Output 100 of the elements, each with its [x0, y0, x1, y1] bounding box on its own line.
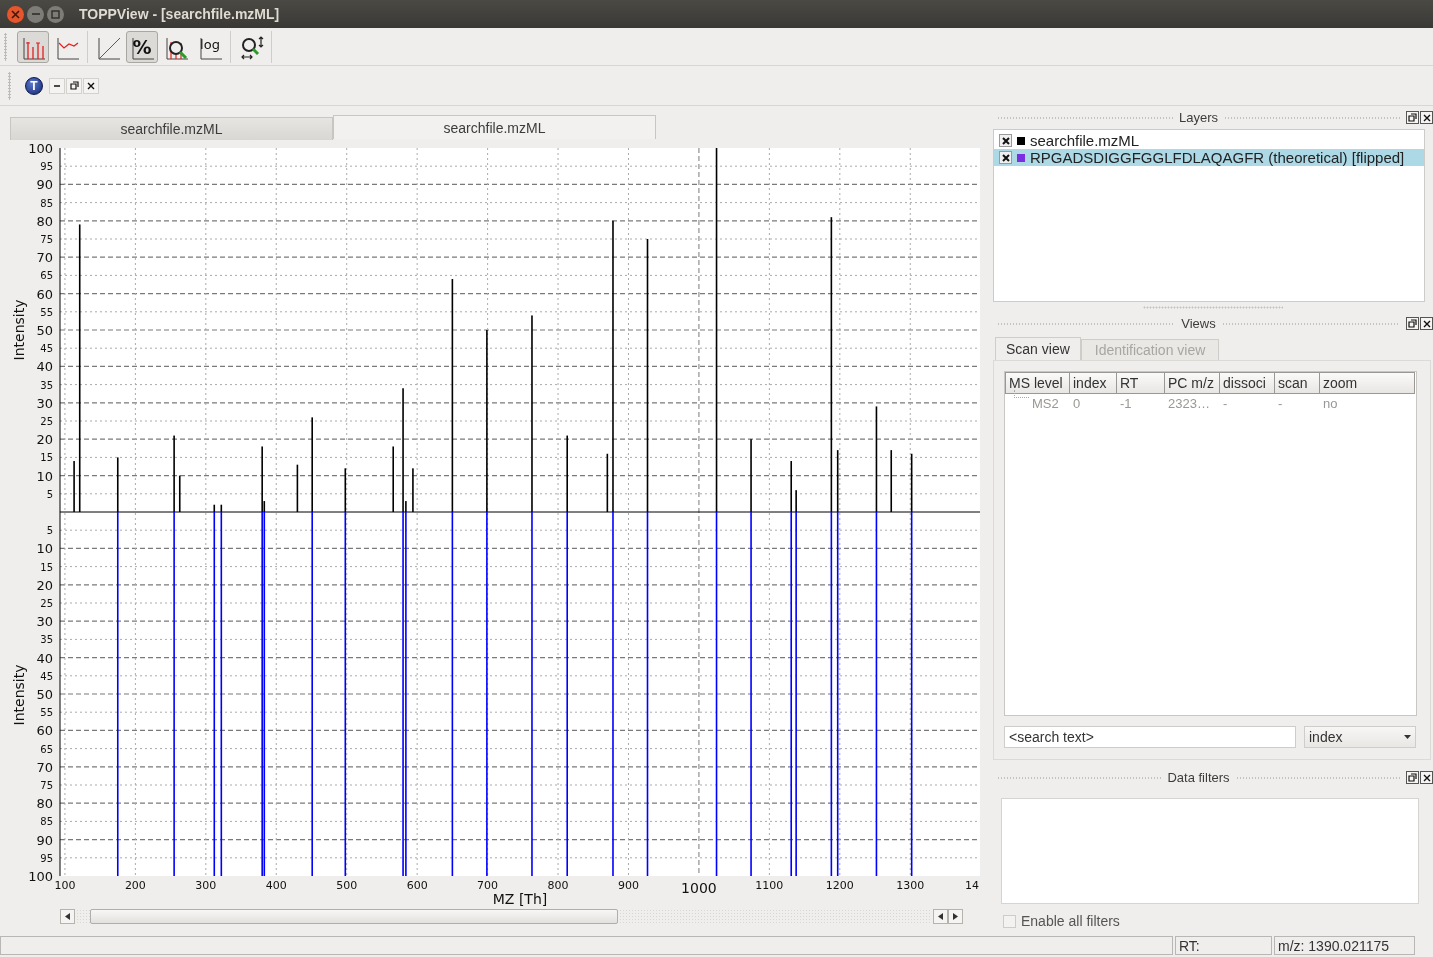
- minimize-button[interactable]: [49, 77, 65, 94]
- axis-tick-label: 50: [36, 687, 53, 702]
- axis-tick-label: 85: [40, 197, 53, 209]
- close-icon: [1422, 319, 1431, 328]
- minimize-icon: [54, 84, 60, 87]
- axis-tick-label: 60: [36, 286, 53, 302]
- column-header[interactable]: index: [1070, 372, 1117, 394]
- axis-tick-label: 95: [40, 161, 53, 173]
- axis-tick-label: 80: [36, 213, 53, 229]
- scroll-left-button[interactable]: [60, 909, 75, 924]
- arrow-left-icon: [64, 913, 71, 920]
- tab[interactable]: Scan view: [995, 337, 1081, 360]
- axis-tick-label: 85: [40, 816, 53, 828]
- percent-button[interactable]: %: [126, 30, 158, 63]
- axis-tick-label: 20: [36, 577, 53, 593]
- close-icon: [87, 81, 95, 90]
- restore-button[interactable]: [66, 77, 82, 94]
- restore-icon: [1408, 113, 1417, 122]
- axis-tick-label: 20: [36, 432, 53, 448]
- float-button[interactable]: [1406, 317, 1419, 330]
- close-button[interactable]: [1420, 111, 1433, 124]
- log-scale-button[interactable]: log: [194, 30, 226, 63]
- axis-tick-label: 45: [40, 670, 53, 682]
- column-header[interactable]: PC m/z: [1165, 372, 1220, 394]
- checkbox[interactable]: [999, 151, 1012, 164]
- close-icon: [11, 9, 20, 19]
- axis-tick-label: 35: [40, 379, 53, 391]
- float-button[interactable]: [1406, 111, 1419, 124]
- dropdown[interactable]: index: [1304, 726, 1416, 748]
- close-button[interactable]: [1420, 771, 1433, 784]
- axis-tick-label: 10: [36, 468, 53, 484]
- table-cell-text: -1: [1119, 395, 1133, 411]
- layer-name: searchfile.mzML: [1030, 132, 1140, 149]
- axis-title: Intensity: [11, 299, 27, 361]
- cross-icon: [1001, 153, 1010, 162]
- caret-icon: [1404, 735, 1411, 739]
- axis-tick-label: 55: [40, 707, 53, 719]
- column-header[interactable]: zoom: [1320, 372, 1415, 394]
- axis-tick-label: 95: [40, 852, 53, 864]
- app-icon: T: [25, 76, 43, 95]
- checkbox[interactable]: [999, 134, 1012, 147]
- axis-tick-label: 5: [46, 525, 53, 537]
- search-field[interactable]: <search text>: [1004, 726, 1296, 748]
- axis-tick-label: 45: [40, 343, 53, 355]
- axis-tick-label: 40: [36, 650, 53, 666]
- axis-tick-label: 50: [36, 323, 53, 338]
- stick-plot-button[interactable]: [17, 30, 49, 63]
- axis-tick-label: 300: [195, 879, 217, 892]
- dock-title: Data filters: [1167, 770, 1230, 785]
- table-cell-text: 2323…: [1167, 395, 1211, 411]
- layer-item[interactable]: searchfile.mzML: [994, 132, 1424, 149]
- axis-tick-label: 35: [40, 634, 53, 646]
- maximize-button[interactable]: [47, 5, 64, 23]
- axis-tick-label: 55: [40, 306, 53, 318]
- axis-tick-label: 75: [40, 234, 53, 245]
- maximize-icon: [51, 9, 60, 19]
- table-cell-text: no: [1322, 395, 1339, 411]
- axis-tick-label: 65: [40, 270, 53, 282]
- splitter-handle[interactable]: [1143, 305, 1283, 309]
- axis-tick-label: 400: [265, 879, 287, 892]
- axis-tick-label: 10: [36, 541, 53, 557]
- peak-bar: [178, 475, 181, 512]
- axis-tick-label: 30: [36, 395, 53, 411]
- axis-title: MZ [Th]: [492, 891, 548, 907]
- arrow-right-icon: [952, 913, 959, 920]
- column-header[interactable]: MS level: [1005, 372, 1070, 394]
- column-header[interactable]: dissoci: [1220, 372, 1275, 394]
- scrollbar-handle[interactable]: [90, 909, 618, 924]
- zoom-fit-icon: [239, 34, 265, 61]
- tab[interactable]: searchfile.mzML: [333, 115, 656, 139]
- axis-tick-label: 700: [477, 879, 499, 892]
- axis-tick-label: 25: [40, 598, 53, 609]
- cross-icon: [1001, 136, 1010, 145]
- restore-icon: [69, 81, 79, 90]
- column-header[interactable]: RT: [1117, 372, 1165, 394]
- axis-tick-label: 90: [36, 177, 53, 193]
- tab[interactable]: searchfile.mzML: [10, 117, 333, 140]
- axis-tick-label: 100: [28, 869, 53, 884]
- axis-tick-label: 15: [40, 452, 53, 464]
- axis-tick-label: 65: [40, 743, 53, 755]
- column-header[interactable]: scan: [1275, 372, 1320, 394]
- status-text: m/z: 1390.021175: [1274, 936, 1415, 955]
- peak-bar: [890, 450, 893, 512]
- table-cell: MS2: [1032, 395, 1059, 411]
- restore-icon: [1408, 319, 1417, 328]
- restore-icon: [1408, 773, 1417, 782]
- scroll-left-button[interactable]: [933, 909, 948, 924]
- axis-title: Intensity: [11, 664, 27, 726]
- scroll-right-button[interactable]: [948, 909, 963, 924]
- axis-tick-label: 1100: [755, 879, 784, 892]
- axis-tick-label: 75: [40, 780, 53, 791]
- float-button[interactable]: [1406, 771, 1419, 784]
- axis-tick-label: 500: [336, 879, 358, 892]
- axis-tick-label: 900: [618, 879, 639, 892]
- axis-tick-label: 40: [36, 359, 53, 375]
- peak-bar: [606, 453, 609, 512]
- axis-tick-label: 100: [54, 879, 76, 892]
- close-button[interactable]: [1420, 317, 1433, 330]
- table-cell-text: -: [1222, 395, 1229, 411]
- axis-tick-label: 200: [124, 879, 146, 892]
